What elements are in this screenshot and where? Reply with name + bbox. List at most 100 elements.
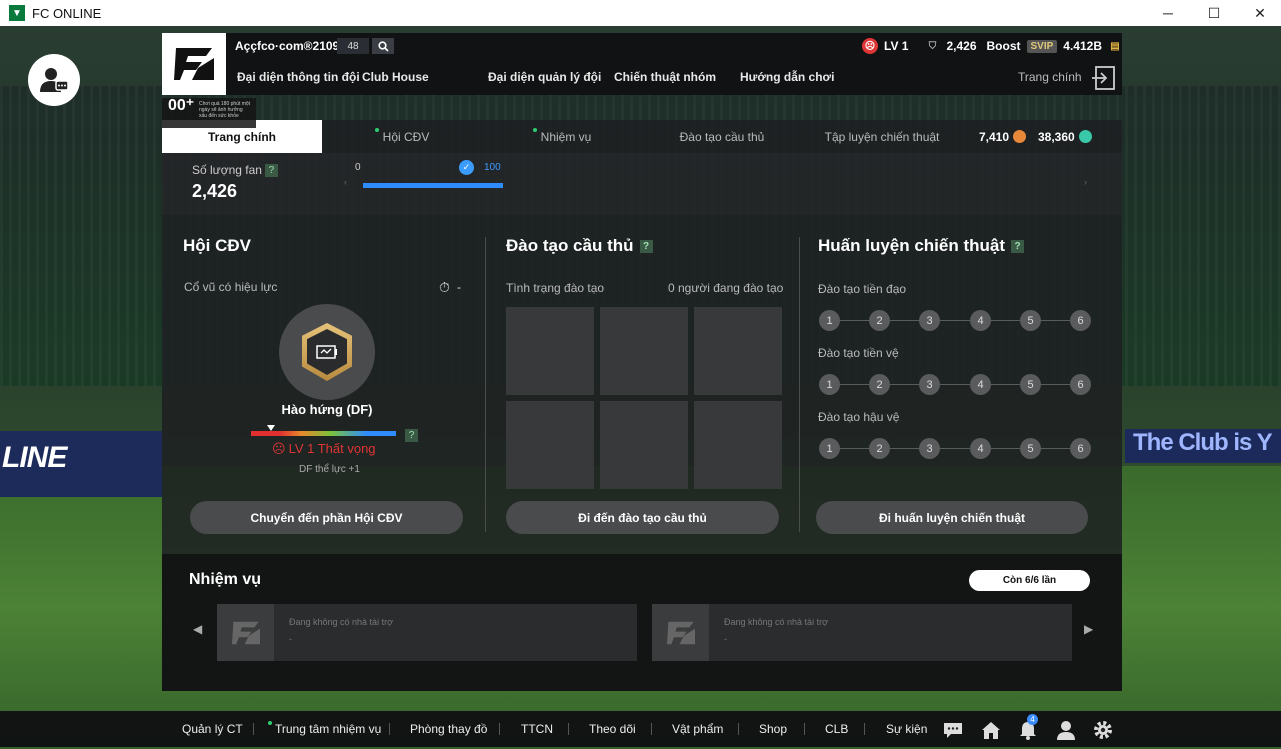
- search-button[interactable]: [372, 38, 394, 54]
- mood-badge: [279, 304, 375, 400]
- missions-title: Nhiệm vụ: [189, 571, 262, 588]
- nav-separator: [389, 723, 390, 735]
- menu-guide[interactable]: Hướng dẫn chơi: [740, 70, 834, 84]
- tab-tactics-training[interactable]: Tập luyện chiến thuật: [802, 120, 962, 153]
- supporters-title: Hội CĐV: [183, 236, 251, 255]
- tab-player-training[interactable]: Đào tạo cầu thủ: [642, 120, 802, 153]
- nav-follow[interactable]: Theo dõi: [589, 711, 636, 747]
- fan-label-text: Số lượng fan: [192, 163, 262, 177]
- step-node: 5: [1020, 438, 1041, 459]
- training-slot[interactable]: [506, 401, 594, 489]
- training-slot[interactable]: [694, 401, 782, 489]
- user-chat-icon: [40, 68, 69, 92]
- friends-button[interactable]: [28, 54, 80, 106]
- exit-icon[interactable]: [1090, 65, 1116, 91]
- fan-progress-bar: [363, 183, 503, 188]
- nav-club[interactable]: CLB: [825, 711, 848, 747]
- menu-club-house[interactable]: Club House: [362, 70, 429, 84]
- training-slot[interactable]: [600, 401, 688, 489]
- fan-value: 2,426: [192, 181, 238, 201]
- mission-card-sub: -: [289, 634, 292, 644]
- fc-logo[interactable]: [162, 33, 226, 95]
- step-node: 6: [1070, 438, 1091, 459]
- nav-separator: [864, 723, 865, 735]
- token-balance: 38,360: [1038, 120, 1092, 153]
- nav-mission-center[interactable]: Trung tâm nhiệm vụ: [268, 711, 381, 747]
- playtime-notice-text: Chơi quá 180 phút một ngày sẽ ảnh hưởng …: [199, 101, 251, 119]
- fan-count: 2,426: [946, 39, 977, 53]
- maximize-button[interactable]: ☐: [1191, 0, 1237, 26]
- step-node: 2: [869, 374, 890, 395]
- settings-gear-icon[interactable]: [1092, 719, 1114, 741]
- step-node: 5: [1020, 310, 1041, 331]
- step-node: 3: [919, 374, 940, 395]
- nav-separator: [804, 723, 805, 735]
- sponsor-logo-icon: [217, 604, 274, 661]
- scroll-right-icon[interactable]: ›: [1084, 177, 1087, 187]
- go-supporters-button[interactable]: Chuyển đến phần Hội CĐV: [190, 501, 463, 534]
- top-navigation: Aççfco·com®2109r 48 ☹ LV 1 ⛉ 2,426 Boost…: [162, 33, 1122, 95]
- step-node: 2: [869, 310, 890, 331]
- minimize-button[interactable]: ─: [1145, 0, 1191, 26]
- help-icon[interactable]: ?: [405, 429, 418, 442]
- profile-icon[interactable]: [1055, 719, 1077, 741]
- help-icon[interactable]: ?: [264, 164, 278, 178]
- mission-card[interactable]: Đang không có nhà tài trợ -: [652, 604, 1072, 661]
- nav-separator: [568, 723, 569, 735]
- step-node: 3: [919, 438, 940, 459]
- step-node: 5: [1020, 374, 1041, 395]
- mood-face-icon: ☹: [862, 38, 879, 54]
- nav-separator: [738, 723, 739, 735]
- home-icon[interactable]: [980, 719, 1002, 741]
- token-icon: [1078, 130, 1092, 143]
- nav-separator: [499, 723, 500, 735]
- mood-level: LV 1: [884, 39, 909, 53]
- mood-bar: [251, 431, 396, 436]
- go-training-button[interactable]: Đi đến đào tạo cầu thủ: [506, 501, 779, 534]
- tab-supporters[interactable]: Hội CĐV: [322, 120, 482, 153]
- progress-min: 0: [355, 162, 361, 173]
- nav-items[interactable]: Vật phẩm: [672, 711, 723, 747]
- help-icon[interactable]: ?: [639, 240, 653, 254]
- nav-manage-ct[interactable]: Quản lý CT: [182, 711, 243, 747]
- menu-team-manager[interactable]: Đại diện quản lý đội: [488, 70, 601, 84]
- step-node: 1: [819, 310, 840, 331]
- defense-training-label: Đào tạo hậu vệ: [818, 410, 900, 424]
- token-value: 38,360: [1038, 129, 1075, 144]
- timer-icon: ⏱: [439, 279, 450, 295]
- home-link[interactable]: Trang chính: [1018, 70, 1082, 84]
- mood-level-text: ☹ LV 1 Thất vọng: [272, 441, 376, 457]
- mission-card[interactable]: Đang không có nhà tài trợ -: [217, 604, 637, 661]
- close-button[interactable]: ✕: [1237, 0, 1281, 26]
- mission-card-sub: -: [724, 634, 727, 644]
- chat-icon[interactable]: [942, 719, 964, 741]
- nav-locker-room[interactable]: Phòng thay đồ: [410, 711, 487, 747]
- mission-card-text: Đang không có nhà tài trợ: [289, 617, 393, 627]
- tab-bar: Trang chính Hội CĐV Nhiệm vụ Đào tạo cầu…: [162, 120, 1122, 153]
- new-dot: [268, 721, 272, 725]
- help-icon[interactable]: ?: [1011, 240, 1025, 254]
- prev-arrow-icon[interactable]: ◀: [193, 622, 202, 636]
- sponsor-logo-icon: [652, 604, 709, 661]
- mood-shield-icon: [302, 323, 352, 381]
- training-slot[interactable]: [694, 307, 782, 395]
- fan-label: Số lượng fan?: [192, 163, 278, 178]
- nav-shop[interactable]: Shop: [759, 711, 787, 747]
- menu-team-tactics[interactable]: Chiến thuật nhóm: [614, 70, 716, 84]
- next-arrow-icon[interactable]: ▶: [1084, 622, 1093, 636]
- mood-effect: DF thể lực +1: [299, 464, 360, 475]
- tab-missions[interactable]: Nhiệm vụ: [482, 120, 642, 153]
- user-level-badge: 48: [337, 38, 369, 54]
- nav-events[interactable]: Sự kiện: [886, 711, 927, 747]
- scroll-left-icon[interactable]: ‹: [344, 177, 347, 187]
- training-slot[interactable]: [600, 307, 688, 395]
- go-tactics-button[interactable]: Đi huấn luyện chiến thuật: [816, 501, 1088, 534]
- nav-ttcn[interactable]: TTCN: [521, 711, 553, 747]
- coin-balance: 7,410: [979, 120, 1027, 153]
- nav-mission-center-label: Trung tâm nhiệm vụ: [275, 722, 382, 736]
- menu-team-info[interactable]: Đại diện thông tin đội: [237, 70, 360, 84]
- tab-missions-label: Nhiệm vụ: [540, 129, 592, 144]
- step-line: [829, 384, 1081, 385]
- training-slot[interactable]: [506, 307, 594, 395]
- check-icon: ✓: [459, 160, 474, 175]
